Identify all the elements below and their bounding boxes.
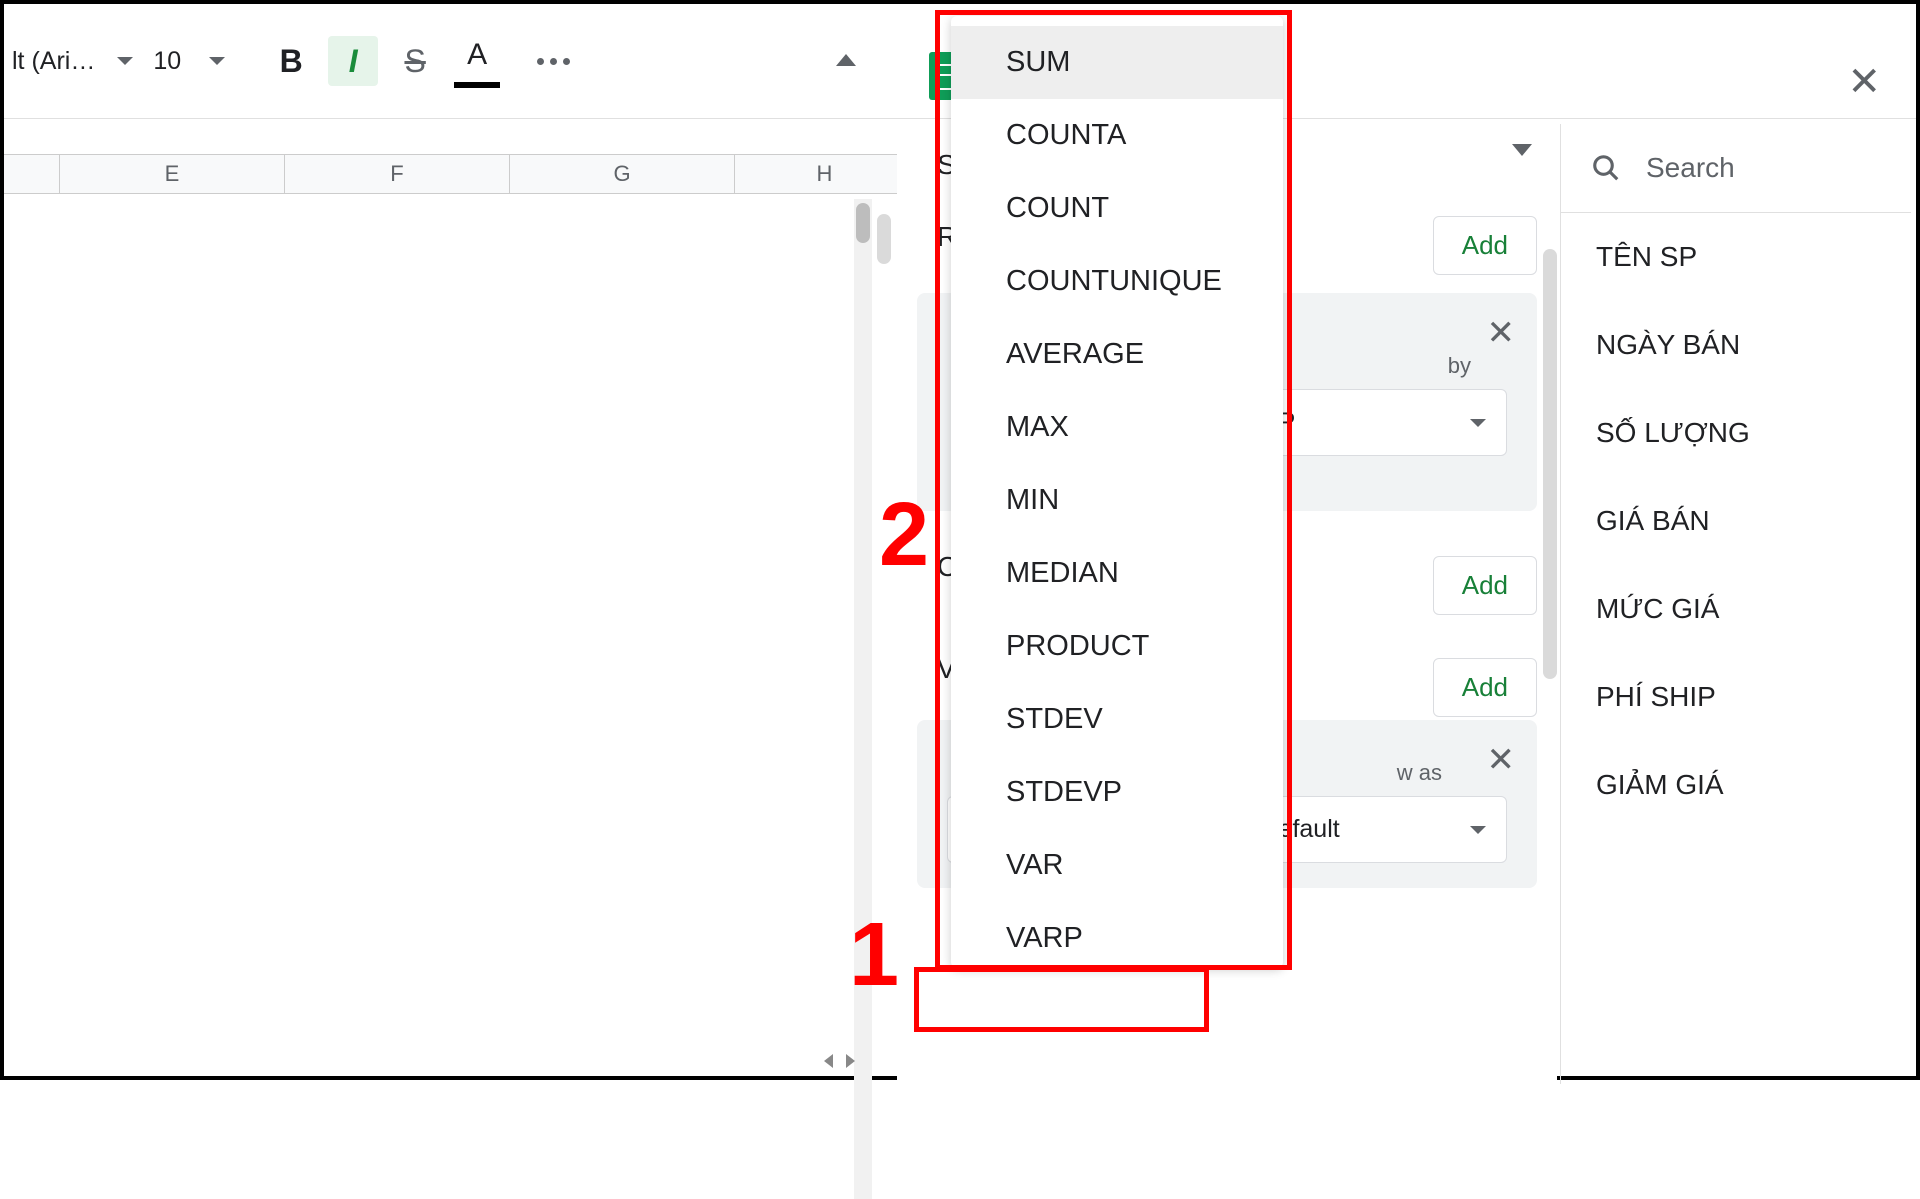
column-header[interactable]: H — [735, 155, 915, 193]
field-search[interactable]: Search — [1561, 124, 1911, 213]
menu-item-count[interactable]: COUNT — [951, 172, 1283, 245]
close-panel-button[interactable]: ✕ — [1847, 59, 1881, 105]
font-size-select[interactable]: 10 — [153, 47, 225, 76]
field-item[interactable]: GIÁ BÁN — [1561, 477, 1911, 565]
text-color-button[interactable]: A — [452, 36, 502, 86]
strikethrough-button[interactable]: S — [390, 36, 440, 86]
section-collapse-button[interactable] — [1512, 144, 1532, 156]
field-item[interactable]: PHÍ SHIP — [1561, 653, 1911, 741]
menu-item-min[interactable]: MIN — [951, 464, 1283, 537]
more-options-button[interactable] — [523, 36, 583, 86]
menu-item-var[interactable]: VAR — [951, 829, 1283, 902]
column-header[interactable]: F — [285, 155, 510, 193]
triangle-right-icon — [846, 1054, 855, 1068]
secondary-scrollbar[interactable] — [877, 199, 891, 1199]
chevron-down-icon — [209, 57, 225, 65]
field-item[interactable]: TÊN SP — [1561, 213, 1911, 301]
menu-item-counta[interactable]: COUNTA — [951, 99, 1283, 172]
field-item[interactable]: SỐ LƯỢNG — [1561, 389, 1911, 477]
add-values-button[interactable]: Add — [1433, 658, 1537, 717]
chevron-down-icon — [117, 57, 133, 65]
column-header[interactable]: G — [510, 155, 735, 193]
chevron-up-icon — [836, 54, 856, 66]
font-family-select[interactable]: lt (Ari… — [12, 47, 133, 76]
scrollbar-thumb[interactable] — [877, 214, 891, 264]
italic-button[interactable]: I — [328, 36, 378, 86]
menu-item-stdev[interactable]: STDEV — [951, 683, 1283, 756]
scrollbar-thumb[interactable] — [1543, 249, 1557, 679]
menu-item-sum[interactable]: SUM — [951, 26, 1283, 99]
column-header[interactable]: E — [60, 155, 285, 193]
select-all-corner[interactable] — [4, 155, 60, 193]
bold-button[interactable]: B — [266, 36, 316, 86]
field-item[interactable]: GIẢM GIÁ — [1561, 741, 1911, 829]
annotation-number-2: 2 — [879, 484, 929, 587]
font-size-value: 10 — [153, 47, 181, 76]
menu-item-max[interactable]: MAX — [951, 391, 1283, 464]
menu-item-median[interactable]: MEDIAN — [951, 537, 1283, 610]
chevron-down-icon — [1512, 144, 1532, 156]
font-family-value: lt (Ari… — [12, 47, 95, 76]
horizontal-scrollbar[interactable] — [6, 1050, 861, 1072]
scroll-right-button[interactable] — [839, 1050, 861, 1072]
fields-panel: Search TÊN SP NGÀY BÁN SỐ LƯỢNG GIÁ BÁN … — [1560, 124, 1911, 1084]
remove-field-button[interactable]: ✕ — [1487, 740, 1516, 780]
menu-item-average[interactable]: AVERAGE — [951, 318, 1283, 391]
scrollbar-thumb[interactable] — [856, 203, 870, 243]
search-placeholder: Search — [1646, 152, 1735, 184]
chevron-down-icon — [1470, 826, 1486, 834]
chevron-down-icon — [1470, 419, 1486, 427]
summarize-function-menu: SUM COUNTA COUNT COUNTUNIQUE AVERAGE MAX… — [951, 16, 1283, 968]
field-item[interactable]: NGÀY BÁN — [1561, 301, 1911, 389]
menu-item-product[interactable]: PRODUCT — [951, 610, 1283, 683]
remove-field-button[interactable]: ✕ — [1487, 313, 1516, 353]
triangle-left-icon — [824, 1054, 833, 1068]
annotation-number-1: 1 — [849, 904, 899, 1007]
panel-scrollbar[interactable] — [1543, 249, 1557, 969]
search-icon — [1591, 153, 1621, 183]
add-columns-button[interactable]: Add — [1433, 556, 1537, 615]
column-header-row: E F G H — [4, 154, 915, 194]
grid-vertical-scrollbar[interactable] — [854, 199, 872, 1199]
collapse-toolbar-button[interactable] — [836, 54, 856, 66]
menu-item-stdevp[interactable]: STDEVP — [951, 756, 1283, 829]
menu-item-varp[interactable]: VARP — [951, 902, 1283, 975]
ellipsis-icon — [537, 58, 570, 65]
menu-item-countunique[interactable]: COUNTUNIQUE — [951, 245, 1283, 318]
add-rows-button[interactable]: Add — [1433, 216, 1537, 275]
field-item[interactable]: MỨC GIÁ — [1561, 565, 1911, 653]
scroll-left-button[interactable] — [817, 1050, 839, 1072]
